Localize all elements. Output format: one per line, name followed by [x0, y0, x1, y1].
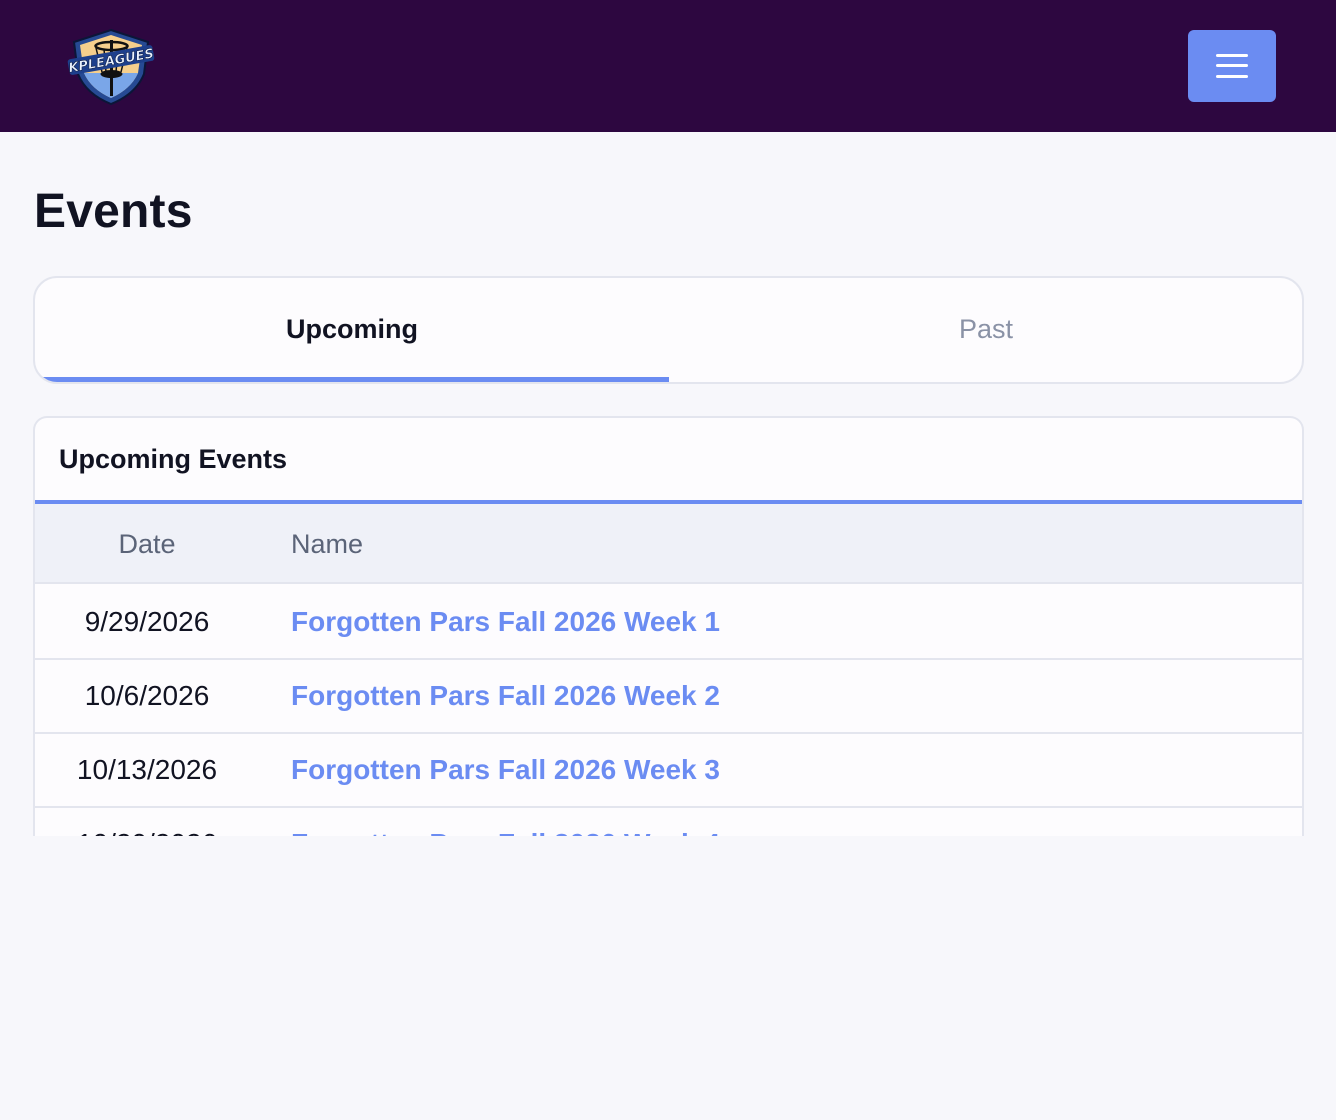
card-title: Upcoming Events: [59, 444, 288, 474]
upcoming-events-card: Upcoming Events Date Name 9/29/2026 Forg…: [33, 416, 1304, 836]
event-date: 10/20/2026: [35, 808, 259, 836]
kpleagues-logo[interactable]: KPLEAGUES: [66, 26, 156, 106]
table-row: 9/29/2026 Forgotten Pars Fall 2026 Week …: [35, 586, 1302, 660]
column-header-date: Date: [118, 529, 176, 559]
page-title: Events: [34, 185, 193, 238]
event-name-link[interactable]: Forgotten Pars Fall 2026 Week 4: [291, 808, 720, 836]
event-name-link[interactable]: Forgotten Pars Fall 2026 Week 2: [291, 660, 720, 732]
top-navbar: KPLEAGUES: [0, 0, 1336, 132]
menu-toggle-button[interactable]: [1188, 30, 1276, 102]
event-name-link[interactable]: Forgotten Pars Fall 2026 Week 1: [291, 586, 720, 658]
table-header: Date Name: [35, 504, 1302, 584]
active-tab-indicator: [35, 377, 669, 382]
event-date: 9/29/2026: [84, 606, 210, 637]
event-date: 10/13/2026: [76, 754, 218, 785]
event-tabs: Upcoming Past: [33, 276, 1304, 384]
table-row: 10/13/2026 Forgotten Pars Fall 2026 Week…: [35, 734, 1302, 808]
column-header-name: Name: [291, 529, 364, 559]
table-row: 10/20/2026 Forgotten Pars Fall 2026 Week…: [35, 808, 1302, 836]
event-name-link[interactable]: Forgotten Pars Fall 2026 Week 3: [291, 734, 720, 806]
tab-past[interactable]: Past: [669, 278, 1302, 382]
table-row: 10/6/2026 Forgotten Pars Fall 2026 Week …: [35, 660, 1302, 734]
event-date: 10/6/2026: [84, 680, 210, 711]
tab-upcoming[interactable]: Upcoming: [35, 278, 669, 382]
card-header: Upcoming Events: [35, 418, 1302, 504]
